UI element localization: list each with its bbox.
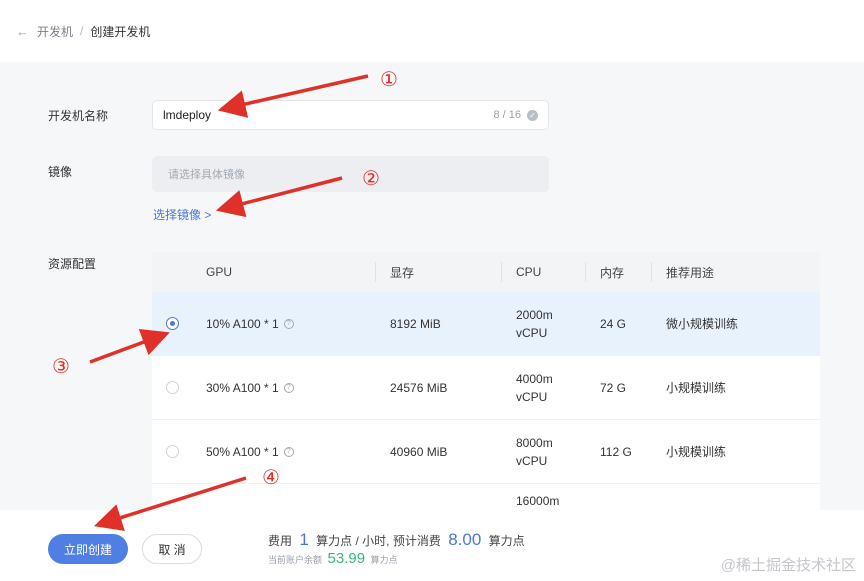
- vram-value: 40960 MiB: [390, 444, 448, 459]
- image-label: 镜像: [48, 165, 73, 179]
- cpu-value: 2000m: [516, 307, 553, 322]
- cpu-unit: vCPU: [516, 389, 548, 404]
- usage-value: 小规模训练: [666, 445, 727, 459]
- table-row[interactable]: 16000m: [152, 484, 820, 510]
- balance-prefix: 当前账户余额: [268, 555, 323, 565]
- header-cpu: CPU: [502, 252, 586, 292]
- cost-prefix: 费用: [268, 534, 293, 548]
- breadcrumb-parent[interactable]: 开发机: [37, 23, 73, 40]
- radio-unselected[interactable]: [165, 381, 179, 394]
- radio-unselected[interactable]: [165, 445, 179, 458]
- gpu-value: 30% A100 * 1: [206, 380, 279, 395]
- cost-unit: 算力点 / 小时, 预计消费: [316, 534, 441, 548]
- balance-unit: 算力点: [370, 555, 398, 565]
- help-icon[interactable]: ?: [283, 382, 294, 393]
- choose-image-link[interactable]: 选择镜像 >: [153, 206, 211, 223]
- breadcrumb: ← 开发机 / 创建开发机: [0, 0, 864, 62]
- help-icon[interactable]: ?: [283, 318, 294, 329]
- estimate-value: 8.00: [448, 530, 482, 549]
- breadcrumb-separator: /: [80, 24, 84, 38]
- usage-value: 小规模训练: [666, 381, 727, 395]
- cpu-value: 16000m: [516, 494, 560, 508]
- image-select[interactable]: 请选择具体镜像: [152, 156, 549, 192]
- header-gpu: GPU: [192, 252, 376, 292]
- table-header: GPU 显存 CPU 内存 推荐用途: [152, 252, 820, 292]
- name-input[interactable]: lmdeploy 8 / 16 ✓: [152, 100, 549, 130]
- table-row[interactable]: 30% A100 * 1? 24576 MiB 4000m vCPU 72 G 小…: [152, 356, 820, 420]
- memory-value: 112 G: [600, 444, 632, 459]
- resource-table: GPU 显存 CPU 内存 推荐用途 10% A100 * 1? 8192 Mi…: [152, 252, 820, 510]
- name-input-value[interactable]: lmdeploy: [163, 108, 493, 122]
- cpu-value: 8000m: [516, 435, 553, 450]
- watermark: @稀土掘金技术社区: [720, 557, 856, 574]
- cpu-unit: vCPU: [516, 453, 548, 468]
- check-icon: ✓: [527, 109, 538, 121]
- create-form: 开发机名称 lmdeploy 8 / 16 ✓ 镜像 请选择具体镜像 选择镜像 …: [0, 62, 864, 510]
- header-memory: 内存: [586, 252, 652, 292]
- table-row[interactable]: 50% A100 * 1? 40960 MiB 8000m vCPU 112 G …: [152, 420, 820, 484]
- name-label: 开发机名称: [48, 109, 109, 123]
- memory-value: 24 G: [600, 316, 627, 331]
- name-char-counter: 8 / 16: [493, 109, 521, 121]
- cost-summary: 费用 1 算力点 / 小时, 预计消费 8.00 算力点: [268, 530, 525, 550]
- vram-value: 24576 MiB: [390, 380, 448, 395]
- cpu-unit: vCPU: [516, 325, 548, 340]
- cost-value: 1: [299, 530, 309, 549]
- cpu-value: 4000m: [516, 371, 553, 386]
- balance-summary: 当前账户余额 53.99 算力点: [268, 550, 398, 567]
- header-usage: 推荐用途: [666, 265, 715, 280]
- breadcrumb-current: 创建开发机: [90, 24, 151, 39]
- cancel-button[interactable]: 取 消: [142, 534, 202, 564]
- create-now-button[interactable]: 立即创建: [48, 534, 128, 564]
- memory-value: 72 G: [600, 380, 627, 395]
- usage-value: 微小规模训练: [666, 317, 739, 331]
- gpu-value: 10% A100 * 1: [206, 316, 279, 331]
- arrow-left-icon[interactable]: ←: [16, 24, 29, 39]
- image-placeholder: 请选择具体镜像: [168, 169, 245, 181]
- radio-selected[interactable]: [165, 317, 179, 330]
- resource-label: 资源配置: [48, 257, 97, 271]
- gpu-value: 50% A100 * 1: [206, 444, 279, 459]
- header-vram: 显存: [376, 252, 502, 292]
- vram-value: 8192 MiB: [390, 316, 441, 331]
- help-icon[interactable]: ?: [283, 446, 294, 457]
- balance-value: 53.99: [327, 550, 366, 567]
- estimate-unit: 算力点: [488, 534, 525, 548]
- table-row[interactable]: 10% A100 * 1? 8192 MiB 2000m vCPU 24 G 微小…: [152, 292, 820, 356]
